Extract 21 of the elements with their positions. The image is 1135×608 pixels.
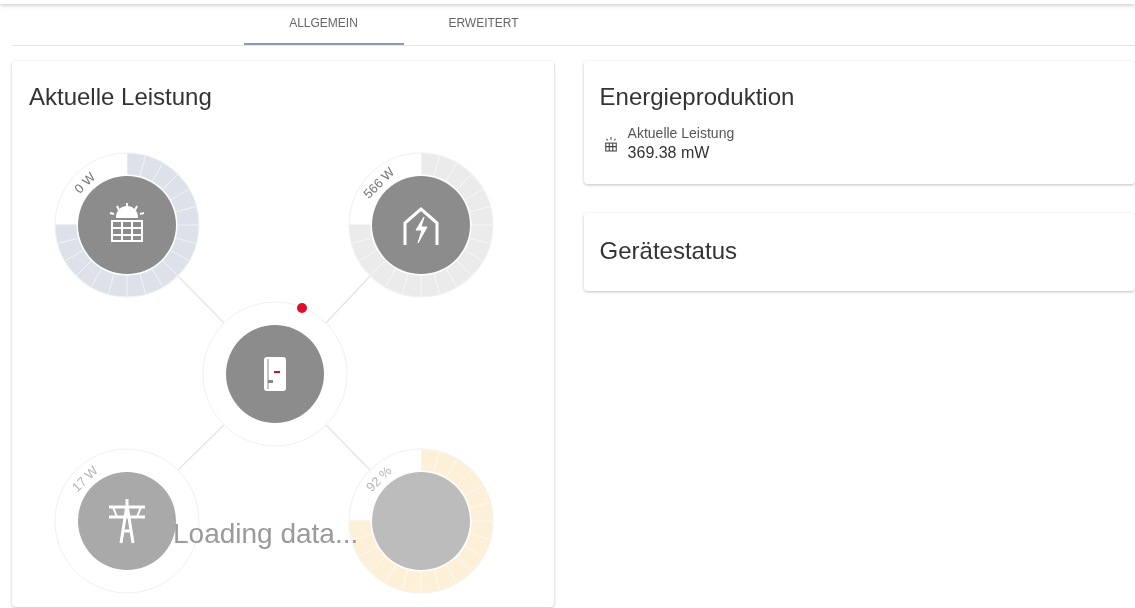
- solar-panel-icon: [603, 135, 618, 152]
- tab[interactable]: ERWEITERT: [403, 3, 564, 45]
- card-title: Energieproduktion: [599, 82, 796, 112]
- card-title: Aktuelle Leistung: [29, 82, 212, 112]
- card-title: Gerätestatus: [599, 236, 738, 266]
- power-pylon-icon: [107, 497, 147, 545]
- item-value: 369.38 mW: [627, 142, 711, 163]
- item-label: Aktuelle Leistung: [627, 125, 735, 143]
- connector-line: [325, 424, 371, 471]
- gauge-reading: 17 W: [67, 461, 102, 497]
- tab[interactable]: ALLGEMEIN: [243, 3, 404, 45]
- gauge-reading: 566 W: [359, 163, 399, 204]
- solar-panel-icon: [109, 202, 145, 242]
- connector-line: [177, 424, 225, 471]
- inverter-icon: [264, 357, 286, 391]
- gauge-reading: 0 W: [70, 168, 100, 199]
- connector-line: [325, 275, 371, 324]
- loading-message: Loading data...: [173, 517, 359, 551]
- connector-line: [177, 275, 225, 324]
- house-lightning-icon: [403, 207, 439, 245]
- gauge-reading: 92 %: [362, 462, 396, 497]
